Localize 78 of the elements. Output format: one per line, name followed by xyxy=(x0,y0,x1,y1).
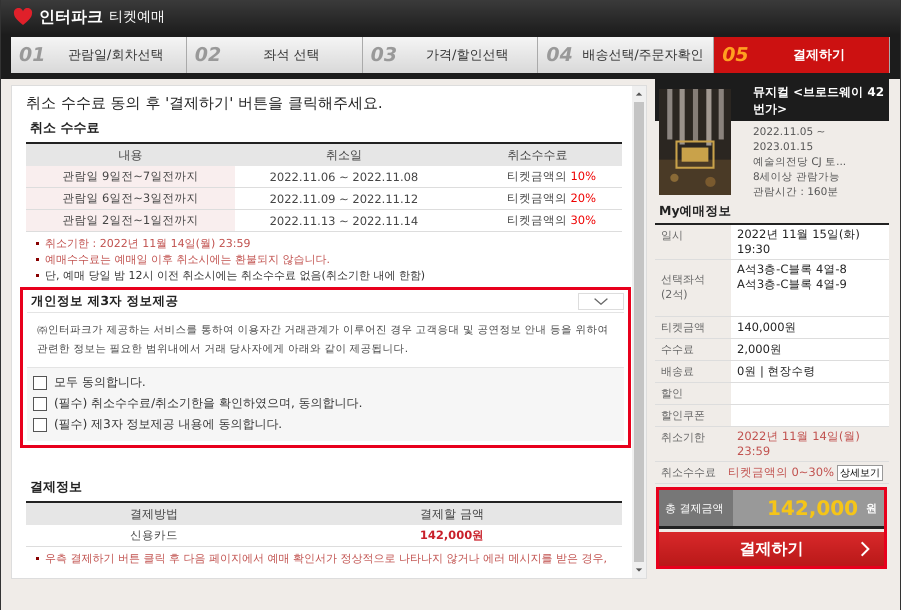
chevron-right-icon xyxy=(860,540,870,558)
scroll-down-icon[interactable] xyxy=(635,567,643,573)
table-cell: 티켓금액의 10% xyxy=(453,166,622,188)
column-header: 취소수수료 xyxy=(453,144,622,166)
table-cell: 신용카드 xyxy=(26,525,282,546)
checkbox-label[interactable]: (필수) 제3자 정보제공 내용에 동의합니다. xyxy=(54,416,282,433)
step-tab[interactable]: 05 결제하기 xyxy=(714,37,890,73)
table-cell: 티켓금액의 20% xyxy=(453,188,622,210)
scroll-up-icon[interactable] xyxy=(635,91,643,97)
row-label: 일시 xyxy=(660,228,684,244)
bullet-icon xyxy=(36,242,39,244)
row-label: 수수료 xyxy=(660,342,695,358)
header-title: 티켓예매 xyxy=(109,8,165,26)
column-header: 취소일 xyxy=(234,144,454,166)
row-value: 140,000원 xyxy=(737,320,798,335)
table-cell: 관람일 2일전~1일전까지 xyxy=(26,210,235,232)
checkbox[interactable] xyxy=(33,376,47,390)
table-cell: 2022.11.06 ~ 2022.11.08 xyxy=(234,166,454,188)
row-label: 할인쿠폰 xyxy=(660,408,706,424)
note-text: 취소기한 : 2022년 11월 14일(월) 23:59 xyxy=(45,236,250,250)
section-title: 개인정보 제3자 정보제공 xyxy=(30,292,178,310)
step-tab[interactable]: 01 관람일/회차선택 xyxy=(11,37,187,73)
show-detail: 예술의전당 CJ 토... xyxy=(753,155,848,170)
note-text: 예매수수료는 예매일 이후 취소시에는 환불되지 않습니다. xyxy=(45,252,330,266)
total-amount: 142,000 xyxy=(767,496,858,520)
row-label: 할인 xyxy=(660,386,684,402)
step-tab[interactable]: 02 좌석 선택 xyxy=(186,37,363,73)
checkbox[interactable] xyxy=(33,396,47,410)
row-label: 취소기한 xyxy=(660,430,706,446)
row-value: 티켓금액의 0~30% 상세보기 xyxy=(728,464,883,480)
column-header: 내용 xyxy=(26,144,235,166)
row-value: 0원 | 현장수령 xyxy=(737,364,817,379)
scrollbar-thumb[interactable] xyxy=(634,102,644,562)
bullet-icon xyxy=(36,258,39,260)
column-header: 결제방법 xyxy=(26,503,282,525)
show-detail: 2022.11.05 ~ xyxy=(753,125,826,140)
detail-button[interactable]: 상세보기 xyxy=(837,464,883,480)
checkbox[interactable] xyxy=(33,418,47,432)
chevron-icon xyxy=(593,297,609,305)
show-detail: 2023.01.15 xyxy=(753,140,814,155)
row-label: 선택좌석(2석) xyxy=(660,272,706,303)
privacy-text: ㈜인터파크가 제공하는 서비스를 통하여 이용자간 거래관계가 이루어진 경우 고객응대 및 공연정보 안내 등을 위하여 관련한 정보는 필요한 범위내에서 거래 당사자에게 아래와 같이 제공됩니다. xyxy=(27,312,624,368)
step-tab[interactable]: 04 배송선택/주문자확인 xyxy=(538,37,714,73)
table-cell: 관람일 6일전~3일전까지 xyxy=(26,188,235,210)
brand-name: 인터파크 xyxy=(39,6,103,28)
row-label: 배송료 xyxy=(660,364,695,380)
expand-button[interactable] xyxy=(578,292,624,310)
row-value: A석3층-C블록 4열-9 xyxy=(737,277,848,292)
column-header: 결제할 금액 xyxy=(282,503,622,525)
checkbox-label[interactable]: (필수) 취소수수료/취소기한을 확인하였으며, 동의합니다. xyxy=(54,395,362,412)
row-value: 2022년 11월 14일(월) xyxy=(737,429,861,444)
show-detail: 관람시간 : 160분 xyxy=(753,185,840,200)
note-text: 단, 예매 당일 밤 12시 이전 취소시에는 취소수수료 없음(취소기한 내에 한함) xyxy=(45,268,426,282)
currency-unit: 원 xyxy=(866,500,878,516)
table-cell: 관람일 9일전~7일전까지 xyxy=(26,166,235,188)
row-value: 2022년 11월 15일(화) xyxy=(737,227,861,242)
show-title: 뮤지컬 <브로드웨이 42번가> xyxy=(753,84,886,118)
bullet-icon xyxy=(36,274,39,276)
table-cell: 2022.11.09 ~ 2022.11.12 xyxy=(234,188,454,210)
row-value: 23:59 xyxy=(737,444,772,459)
row-label: 티켓금액 xyxy=(660,320,706,336)
step-tab[interactable]: 03 가격/할인선택 xyxy=(362,37,538,73)
note-text: 우측 결제하기 버튼 클릭 후 다음 페이지에서 예매 확인서가 정상적으로 나타나지 않거나 에러 메시지를 받은 경우, xyxy=(45,550,607,566)
table-cell: 티켓금액의 30% xyxy=(453,210,622,232)
bullet-icon xyxy=(36,556,39,560)
row-value: 2,000원 xyxy=(737,342,783,357)
total-label: 총 결제금액 xyxy=(664,500,724,516)
scrollbar[interactable] xyxy=(632,86,646,578)
table-cell: 142,000원 xyxy=(282,525,622,546)
show-detail: 8세이상 관람가능 xyxy=(753,170,842,185)
table-cell: 2022.11.13 ~ 2022.11.14 xyxy=(234,210,454,232)
row-value: A석3층-C블록 4열-8 xyxy=(737,262,848,277)
pay-button[interactable]: 결제하기 xyxy=(659,532,884,566)
heart-icon xyxy=(13,8,33,26)
checkbox-label[interactable]: 모두 동의합니다. xyxy=(54,374,146,391)
row-label: 취소수수료 xyxy=(660,465,717,481)
row-value: 19:30 xyxy=(737,242,772,257)
instruction-text: 취소 수수료 동의 후 '결제하기' 버튼을 클릭해주세요. xyxy=(26,94,384,113)
